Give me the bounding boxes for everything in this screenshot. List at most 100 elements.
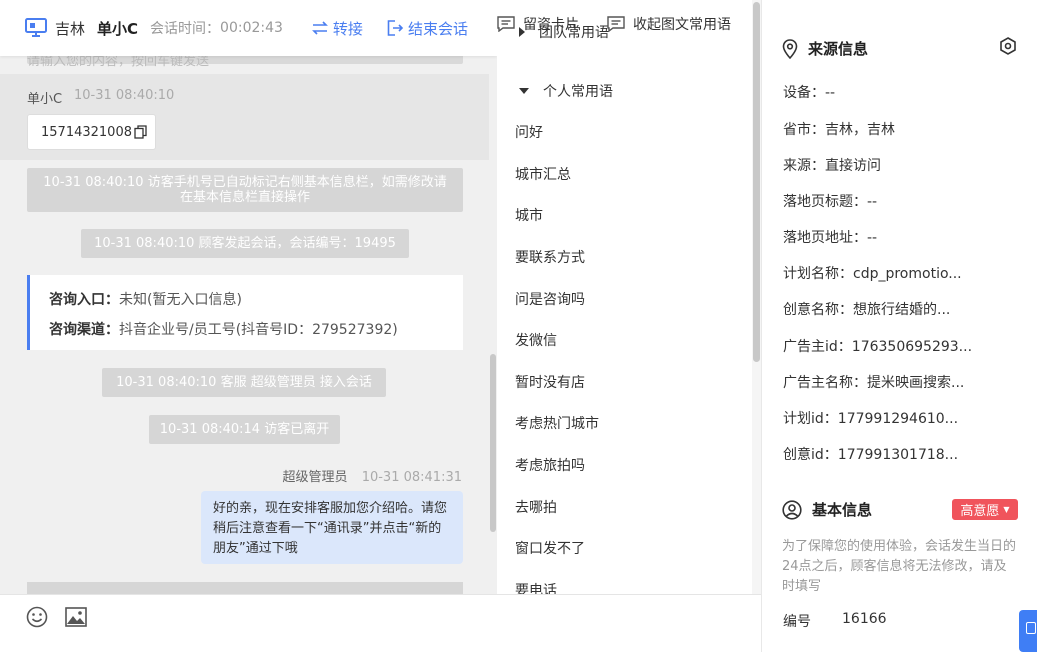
agent-message-meta: 超级管理员 10-31 08:41:31 [283, 466, 462, 485]
agent-message-time: 10-31 08:41:31 [361, 470, 462, 485]
field-value: 177991301718... [837, 447, 959, 463]
source-info-title: 来源信息 [782, 38, 868, 59]
system-message: 10-31 08:40:10 客服 超级管理员 接入会话 [102, 368, 386, 397]
source-field-advertiser-name: 广告主名称：提米映画搜索... [783, 372, 964, 392]
field-value: 想旅行结婚的... [853, 302, 951, 318]
phrases-scrollbar-thumb[interactable] [753, 2, 760, 362]
chat-scrollbar[interactable] [489, 56, 497, 594]
source-field-landing-url: 落地页地址：-- [783, 227, 877, 247]
phrase-item[interactable]: 要电话 [515, 580, 557, 594]
end-session-button[interactable]: 结束会话 [387, 18, 468, 39]
caret-down-icon: ▼ [1003, 505, 1010, 514]
phrase-item[interactable]: 发微信 [515, 330, 557, 350]
phone-bubble: 15714321008 [27, 114, 156, 150]
field-value: cdp_promotio... [853, 266, 962, 282]
emoji-icon[interactable] [26, 606, 48, 628]
monitor-icon [25, 18, 47, 37]
phone-number: 15714321008 [41, 124, 132, 140]
field-label: 广告主id： [783, 339, 852, 355]
phrase-item[interactable]: 窗口发不了 [515, 538, 585, 558]
field-value: -- [867, 194, 878, 210]
transfer-button[interactable]: 转接 [311, 18, 363, 39]
field-label: 计划名称： [783, 266, 853, 282]
intent-level-label: 高意愿 [960, 504, 1000, 519]
field-value: 吉林，吉林 [825, 122, 895, 138]
collapse-phrases-label: 收起图文常用语 [633, 17, 731, 33]
phrases-footer [497, 594, 762, 652]
document-icon [1026, 622, 1036, 634]
field-value: -- [825, 85, 836, 101]
lead-card-button[interactable]: 留资卡片 [497, 14, 579, 34]
consult-entry-row: 咨询入口：未知(暂无入口信息) [49, 285, 463, 315]
field-label: 来源： [783, 158, 825, 174]
system-message: 10-31 08:40:10 访客手机号已自动标记右侧基本信息栏，如需修改请在基… [27, 168, 463, 212]
image-icon[interactable] [65, 607, 87, 627]
collapse-phrases-button[interactable]: 收起图文常用语 [607, 14, 731, 34]
field-label: 计划id： [783, 411, 838, 427]
field-label: 创意名称： [783, 302, 853, 318]
phrase-item[interactable]: 暂时没有店 [515, 372, 585, 392]
source-field-creative-name: 创意名称：想旅行结婚的... [783, 299, 950, 319]
field-label: 广告主名称： [783, 375, 867, 391]
source-info-label: 来源信息 [808, 40, 869, 58]
phrase-item[interactable]: 城市 [515, 205, 543, 225]
transfer-icon [311, 21, 328, 35]
phrase-item[interactable]: 考虑旅拍吗 [515, 455, 585, 475]
number-label: 编号 [783, 614, 811, 630]
copy-icon[interactable] [134, 125, 147, 139]
consult-channel-label: 咨询渠道： [49, 322, 119, 338]
field-label: 设备： [783, 85, 825, 101]
message-card-icon [497, 16, 515, 32]
visitor-city: 吉林 [55, 19, 86, 38]
source-field-landing-title: 落地页标题：-- [783, 191, 877, 211]
chat-input-bar [0, 594, 497, 652]
consult-entry-value: 未知(暂无入口信息) [119, 292, 242, 308]
agent-message-bubble: 好的亲，现在安排客服加您介绍哈。请您稍后注意查看一下“通讯录”并点击“新的朋友”… [201, 491, 463, 564]
transfer-label: 转接 [332, 19, 363, 38]
visitor-info-panel: 来源信息 设备：-- 省市：吉林，吉林 来源：直接访问 落地页标题：-- 落地页… [762, 0, 1037, 652]
logout-icon [387, 20, 404, 36]
phrase-item[interactable]: 城市汇总 [515, 164, 571, 184]
source-field-province: 省市：吉林，吉林 [783, 119, 895, 139]
visitor-message-name: 单小C [27, 92, 63, 107]
end-session-label: 结束会话 [407, 19, 468, 38]
user-circle-icon [782, 499, 802, 520]
chat-header: 吉林 单小C 会话时间： 00:02:43 转接 结束会话 [0, 0, 497, 56]
source-field-advertiser-id: 广告主id：176350695293... [783, 336, 972, 356]
chat-messages[interactable]: 单小C 10-31 08:40:10 15714321008 10-31 08:… [0, 56, 489, 594]
visitor-message: 单小C 10-31 08:40:10 15714321008 [0, 74, 489, 160]
caret-down-icon [519, 88, 529, 94]
chat-scrollbar-thumb[interactable] [490, 354, 496, 532]
system-message: 10-31 08:40:14 访客已离开 [149, 415, 340, 444]
lead-card-label: 留资卡片 [523, 17, 579, 33]
basic-info-title: 基本信息 [782, 499, 872, 520]
edit-notice: 为了保障您的使用体验，会话发生当日的24点之后，顾客信息将无法修改，请及时填写 [782, 539, 1017, 594]
phrase-item[interactable]: 问是咨询吗 [515, 289, 585, 309]
phrases-scrollbar[interactable] [752, 0, 761, 594]
phrase-item[interactable]: 考虑热门城市 [515, 413, 599, 433]
field-label: 省市： [783, 122, 825, 138]
floating-tool-button[interactable] [1019, 610, 1037, 652]
settings-icon[interactable] [999, 37, 1017, 55]
source-field-plan-id: 计划id：177991294610... [783, 408, 958, 428]
phrase-item[interactable]: 问好 [515, 122, 543, 142]
location-pin-icon [782, 38, 798, 59]
field-value: 177991294610... [837, 411, 959, 427]
basic-info-label: 基本信息 [812, 501, 873, 519]
customer-name: 单小C [97, 19, 139, 38]
source-field-origin: 来源：直接访问 [783, 155, 881, 175]
field-value: -- [867, 230, 878, 246]
field-value: 提米映画搜索... [867, 375, 965, 391]
phrases-panel: 团队常用语 个人常用语 问好 城市汇总 城市 要联系方式 问是咨询吗 发微信 暂… [497, 0, 762, 594]
field-value: 直接访问 [825, 158, 881, 174]
phrase-item[interactable]: 去哪拍 [515, 497, 557, 517]
source-field-plan-name: 计划名称：cdp_promotio... [783, 263, 962, 283]
source-field-device: 设备：-- [783, 82, 835, 102]
field-label: 落地页地址： [783, 230, 867, 246]
intent-level-dropdown[interactable]: 高意愿 ▼ [952, 499, 1018, 520]
phrase-item[interactable]: 要联系方式 [515, 247, 585, 267]
agent-name: 超级管理员 [282, 470, 348, 485]
system-message: 10-31 08:40:10 顾客发起会话，会话编号：19495 [81, 229, 409, 258]
next-message-stub [27, 582, 463, 594]
personal-phrases-group[interactable]: 个人常用语 [519, 81, 613, 101]
